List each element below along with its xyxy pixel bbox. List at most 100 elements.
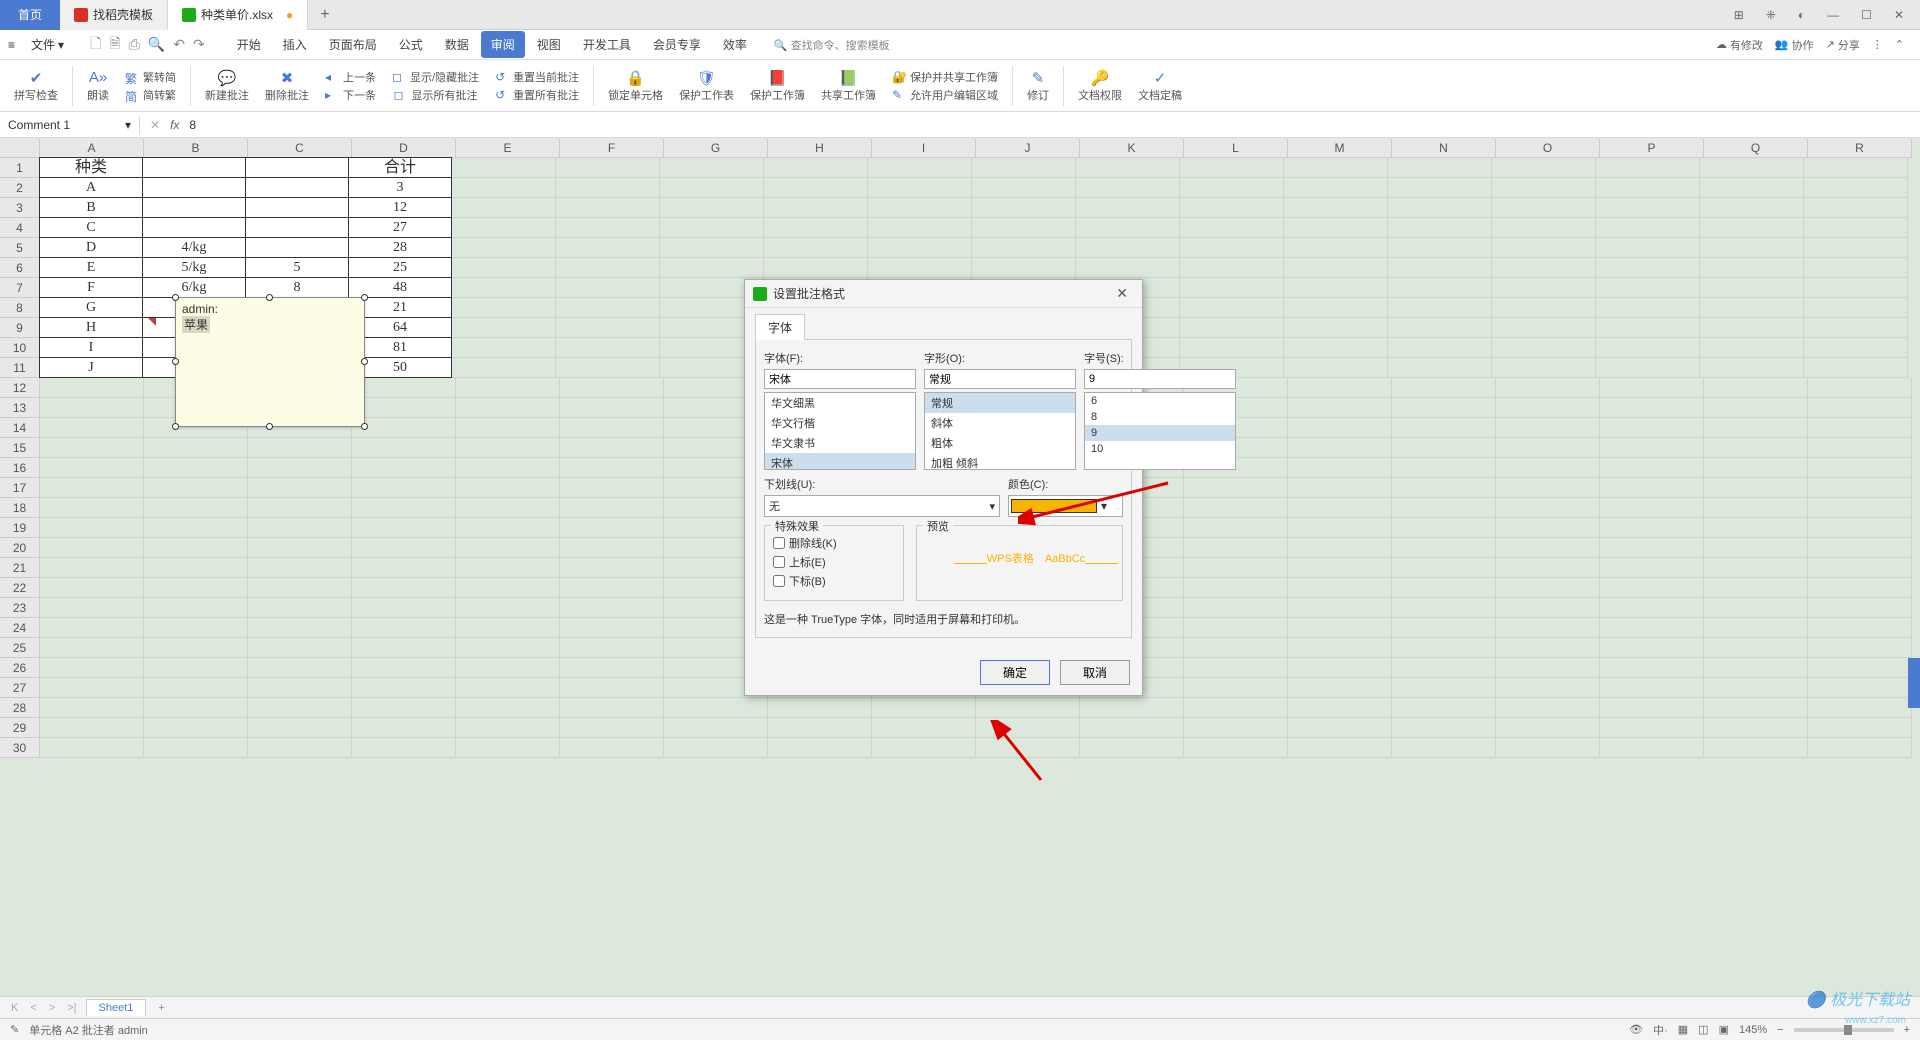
list-item[interactable]: 6 xyxy=(1085,393,1235,409)
cell[interactable] xyxy=(1284,198,1388,218)
cell[interactable] xyxy=(1284,358,1388,378)
cell[interactable] xyxy=(144,498,248,518)
cell[interactable] xyxy=(452,158,556,178)
cell[interactable] xyxy=(556,258,660,278)
cell[interactable] xyxy=(976,738,1080,758)
cell[interactable]: 合计 xyxy=(348,157,452,178)
col-header[interactable]: K xyxy=(1080,138,1184,158)
cell[interactable] xyxy=(1180,178,1284,198)
tab-home[interactable]: 首页 xyxy=(0,0,60,30)
list-item[interactable]: 8 xyxy=(1085,409,1235,425)
cell[interactable] xyxy=(664,698,768,718)
cell[interactable] xyxy=(1704,598,1808,618)
cell[interactable] xyxy=(1288,398,1392,418)
cell[interactable] xyxy=(1704,558,1808,578)
cell[interactable] xyxy=(1392,618,1496,638)
cell[interactable] xyxy=(352,678,456,698)
cell[interactable] xyxy=(248,598,352,618)
cell[interactable] xyxy=(1388,358,1492,378)
cell[interactable] xyxy=(1392,578,1496,598)
cell[interactable] xyxy=(1808,558,1912,578)
ribbon-tab-公式[interactable]: 公式 xyxy=(389,31,433,58)
ribbon-tab-效率[interactable]: 效率 xyxy=(713,31,757,58)
list-item[interactable]: 加粗 倾斜 xyxy=(925,453,1075,470)
list-item[interactable]: 华文细黑 xyxy=(765,393,915,413)
cell[interactable] xyxy=(40,438,144,458)
resize-handle[interactable] xyxy=(266,423,273,430)
cell[interactable] xyxy=(1700,158,1804,178)
cell[interactable] xyxy=(452,178,556,198)
edit-mode-icon[interactable]: ✎ xyxy=(10,1023,19,1036)
cell[interactable] xyxy=(1288,458,1392,478)
size-input[interactable] xyxy=(1084,369,1236,389)
cell[interactable] xyxy=(1284,298,1388,318)
cell[interactable] xyxy=(1392,438,1496,458)
cell[interactable] xyxy=(248,658,352,678)
list-item[interactable]: 常规 xyxy=(925,393,1075,413)
cell[interactable] xyxy=(1600,718,1704,738)
cell[interactable] xyxy=(1700,258,1804,278)
cell[interactable] xyxy=(1388,318,1492,338)
cell[interactable] xyxy=(1388,258,1492,278)
cell[interactable] xyxy=(1288,478,1392,498)
cell[interactable] xyxy=(1288,598,1392,618)
cell[interactable] xyxy=(1496,638,1600,658)
cell[interactable] xyxy=(868,238,972,258)
cell[interactable] xyxy=(560,458,664,478)
protect-sheet-button[interactable]: 🛡保护工作表 xyxy=(673,62,740,110)
cell[interactable] xyxy=(1704,378,1808,398)
row-header[interactable]: 15 xyxy=(0,438,40,458)
row-header[interactable]: 26 xyxy=(0,658,40,678)
cell[interactable] xyxy=(40,498,144,518)
row-header[interactable]: 19 xyxy=(0,518,40,538)
cell[interactable] xyxy=(452,358,556,378)
cell[interactable] xyxy=(1180,198,1284,218)
row-header[interactable]: 5 xyxy=(0,238,40,258)
cell[interactable] xyxy=(352,638,456,658)
cell[interactable] xyxy=(1284,178,1388,198)
cell[interactable] xyxy=(560,698,664,718)
cell[interactable] xyxy=(144,538,248,558)
share-button[interactable]: ↗ 分享 xyxy=(1826,37,1860,53)
cell[interactable] xyxy=(1496,538,1600,558)
cell[interactable] xyxy=(1184,738,1288,758)
cell[interactable] xyxy=(1700,338,1804,358)
cell[interactable] xyxy=(1184,578,1288,598)
row-header[interactable]: 28 xyxy=(0,698,40,718)
cell[interactable] xyxy=(1184,498,1288,518)
comment-box[interactable]: admin: 苹果 xyxy=(175,297,365,427)
cell[interactable] xyxy=(1596,358,1700,378)
cell[interactable] xyxy=(144,598,248,618)
cell[interactable] xyxy=(456,518,560,538)
cell[interactable] xyxy=(456,438,560,458)
col-header[interactable]: L xyxy=(1184,138,1288,158)
cell[interactable] xyxy=(1388,238,1492,258)
cell[interactable] xyxy=(560,538,664,558)
cell[interactable] xyxy=(1496,458,1600,478)
cell[interactable] xyxy=(352,438,456,458)
protect-workbook-button[interactable]: 📕保护工作簿 xyxy=(744,62,811,110)
cell[interactable] xyxy=(1080,718,1184,738)
cell[interactable] xyxy=(1284,318,1388,338)
cell[interactable] xyxy=(560,478,664,498)
zoom-slider[interactable] xyxy=(1794,1028,1894,1032)
dialog-close-button[interactable]: ✕ xyxy=(1110,285,1134,302)
cell[interactable] xyxy=(1804,298,1908,318)
list-item[interactable]: 华文隶书 xyxy=(765,433,915,453)
cell[interactable] xyxy=(352,378,456,398)
cell[interactable] xyxy=(660,198,764,218)
cell[interactable] xyxy=(248,698,352,718)
cell[interactable] xyxy=(1600,418,1704,438)
cell[interactable] xyxy=(1700,298,1804,318)
cell[interactable] xyxy=(1704,618,1808,638)
cell[interactable] xyxy=(452,198,556,218)
cell[interactable] xyxy=(1596,318,1700,338)
cell[interactable] xyxy=(40,378,144,398)
strikethrough-checkbox[interactable]: 删除线(K) xyxy=(773,535,895,551)
cell[interactable] xyxy=(1600,478,1704,498)
cell[interactable]: 4/kg xyxy=(142,237,246,258)
cell[interactable] xyxy=(1808,718,1912,738)
cell[interactable] xyxy=(868,158,972,178)
cell[interactable] xyxy=(245,217,349,238)
cell[interactable] xyxy=(248,458,352,478)
